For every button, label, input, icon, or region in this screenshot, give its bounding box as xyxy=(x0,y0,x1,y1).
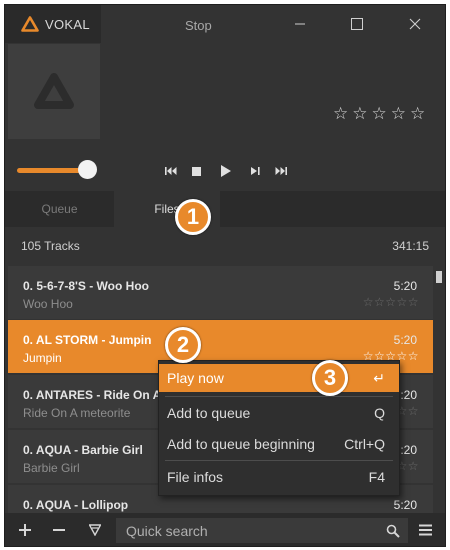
menu-button[interactable] xyxy=(415,521,435,539)
minimize-button[interactable] xyxy=(280,5,320,43)
step-callout-3: 3 xyxy=(312,360,348,396)
menu-separator xyxy=(165,396,393,397)
remove-button[interactable] xyxy=(49,521,69,539)
menu-item-label: Play now xyxy=(167,370,224,386)
menu-separator xyxy=(165,460,393,461)
track-duration: 5:20 xyxy=(393,498,417,512)
skip-next-icon xyxy=(251,167,260,175)
play-button[interactable] xyxy=(215,163,237,179)
track-title: 0. 5-6-7-8'S - Woo Hoo xyxy=(23,279,149,293)
stop-icon xyxy=(191,166,201,176)
app-window: VOKAL Stop ☆ ☆ ☆ ☆ ☆ Queue Files 105 Tra… xyxy=(4,4,446,547)
menu-item-shortcut: Ctrl+Q xyxy=(344,436,385,452)
skip-to-end-icon xyxy=(275,167,287,175)
bottom-toolbar: Quick search xyxy=(5,513,445,546)
search-placeholder: Quick search xyxy=(126,523,208,539)
track-subtitle: Ride On A meteorite xyxy=(23,406,131,420)
track-row[interactable]: 0. 5-6-7-8'S - Woo Hoo Woo Hoo 5:20 ☆☆☆☆… xyxy=(8,266,433,319)
star-icon[interactable]: ☆ xyxy=(372,104,387,124)
window-title: Stop xyxy=(185,18,212,33)
star-icon[interactable]: ☆ xyxy=(391,104,406,124)
close-button[interactable] xyxy=(395,5,435,43)
step-callout-2: 2 xyxy=(165,327,201,363)
track-duration: 5:20 xyxy=(393,333,417,347)
star-icon[interactable]: ☆ xyxy=(333,104,348,124)
total-duration: 341:15 xyxy=(392,239,429,253)
minimize-icon xyxy=(295,23,305,25)
stop-button[interactable] xyxy=(185,163,207,179)
track-subtitle: Barbie Girl xyxy=(23,461,80,475)
track-subtitle: Woo Hoo xyxy=(23,297,73,311)
filter-button[interactable] xyxy=(85,521,105,539)
search-icon[interactable] xyxy=(386,524,400,538)
plus-icon xyxy=(19,524,31,536)
star-icon[interactable]: ☆ xyxy=(352,104,367,124)
menu-item-label: File infos xyxy=(167,469,224,485)
track-count: 105 Tracks xyxy=(21,239,80,253)
skip-to-start-icon xyxy=(165,167,177,175)
app-name: VOKAL xyxy=(45,17,90,32)
list-summary: 105 Tracks 341:15 xyxy=(5,227,445,265)
menu-item-label: Add to queue xyxy=(167,405,251,421)
filter-icon xyxy=(89,524,101,536)
context-menu: Play now ↵ Add to queue Q Add to queue b… xyxy=(158,360,400,496)
maximize-button[interactable] xyxy=(337,5,377,43)
volume-slider-handle[interactable] xyxy=(78,160,97,179)
play-icon xyxy=(221,165,231,177)
menu-item-shortcut: Q xyxy=(374,405,385,421)
menu-item-shortcut: ↵ xyxy=(373,369,385,386)
close-icon xyxy=(409,18,421,30)
tab-queue[interactable]: Queue xyxy=(5,191,114,227)
track-title: 0. AQUA - Lollipop xyxy=(23,498,129,512)
album-placeholder-icon xyxy=(34,73,74,109)
menu-item-play-now[interactable]: Play now ↵ xyxy=(159,364,399,392)
last-track-button[interactable] xyxy=(270,163,292,179)
track-duration: 5:20 xyxy=(393,279,417,293)
menu-item-file-infos[interactable]: File infos F4 xyxy=(159,463,399,491)
track-rating-stars[interactable]: ☆☆☆☆☆ xyxy=(363,295,419,309)
app-badge[interactable]: VOKAL xyxy=(5,5,101,43)
menu-item-add-to-queue[interactable]: Add to queue Q xyxy=(159,399,399,427)
title-bar: VOKAL Stop xyxy=(5,5,445,43)
hamburger-menu-icon xyxy=(418,524,432,536)
tab-bar: Queue Files xyxy=(5,191,445,227)
quick-search-field[interactable]: Quick search xyxy=(116,518,408,543)
album-art xyxy=(8,44,100,139)
track-title: 0. ANTARES - Ride On A xyxy=(23,388,162,402)
add-button[interactable] xyxy=(15,521,35,539)
step-callout-1: 1 xyxy=(175,199,211,235)
maximize-icon xyxy=(351,18,363,30)
star-icon[interactable]: ☆ xyxy=(410,104,425,124)
minus-icon xyxy=(53,529,65,531)
menu-item-add-to-queue-beginning[interactable]: Add to queue beginning Ctrl+Q xyxy=(159,430,399,458)
list-scrollbar[interactable] xyxy=(436,271,442,283)
menu-item-shortcut: F4 xyxy=(368,469,385,485)
first-track-button[interactable] xyxy=(160,163,182,179)
track-rating[interactable]: ☆ ☆ ☆ ☆ ☆ xyxy=(333,104,425,124)
menu-item-label: Add to queue beginning xyxy=(167,436,315,452)
track-title: 0. AL STORM - Jumpin xyxy=(23,333,152,347)
track-subtitle: Jumpin xyxy=(23,351,62,365)
next-track-button[interactable] xyxy=(245,163,267,179)
vokal-logo-icon xyxy=(21,16,39,32)
track-title: 0. AQUA - Barbie Girl xyxy=(23,443,143,457)
